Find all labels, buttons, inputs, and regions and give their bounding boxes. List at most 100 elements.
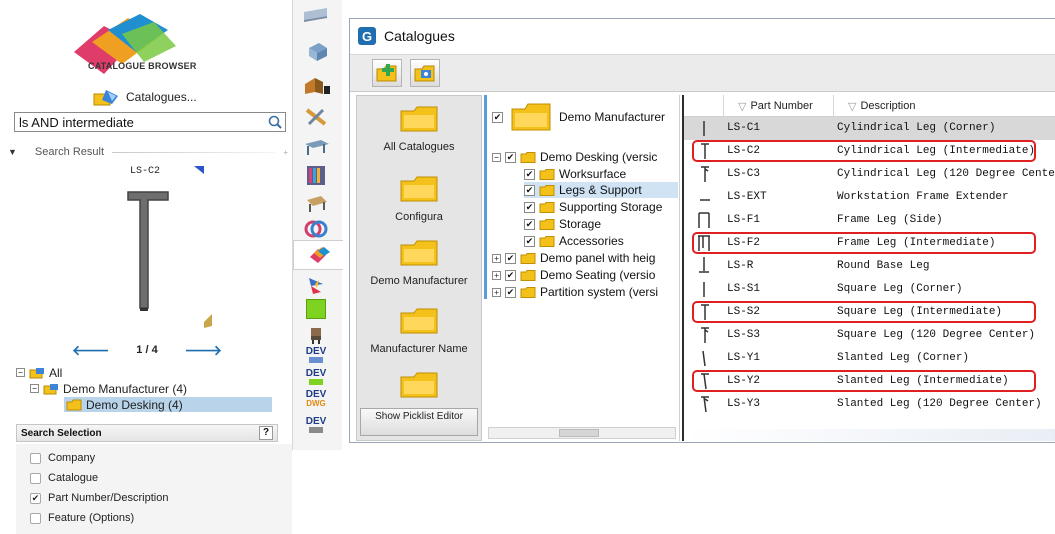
- option-part-number[interactable]: ✔ Part Number/Description: [30, 490, 168, 506]
- tree-item-demo-seating[interactable]: + ✔ Demo Seating (versio: [492, 267, 655, 283]
- table-row[interactable]: LS-S2 Square Leg (Intermediate): [684, 301, 1055, 324]
- dev-icon[interactable]: DEV: [298, 412, 334, 438]
- tree-label: Supporting Storage: [559, 200, 663, 214]
- worksurface-checkbox[interactable]: ✔: [524, 168, 535, 180]
- manage-catalogue-button[interactable]: [410, 59, 440, 87]
- tree-item-accessories[interactable]: ✔ Accessories: [524, 233, 624, 249]
- root-checkbox[interactable]: ✔: [492, 111, 503, 123]
- category-configura[interactable]: Configura: [357, 176, 481, 223]
- search-result-label: Search Result: [34, 146, 105, 158]
- table-row[interactable]: LS-C2 Cylindrical Leg (Intermediate): [684, 140, 1055, 163]
- part-thumbnail-icon: [698, 212, 710, 228]
- collapse-arrow-icon[interactable]: ▼: [8, 147, 17, 157]
- part-number-checkbox[interactable]: ✔: [30, 492, 41, 504]
- tree-item-desking[interactable]: Demo Desking (4): [64, 397, 272, 412]
- help-button[interactable]: ?: [259, 426, 273, 440]
- show-picklist-editor-button[interactable]: Show Picklist Editor: [360, 408, 478, 436]
- search-result-header[interactable]: ▼ Search Result +: [8, 144, 288, 160]
- category-folder[interactable]: [357, 372, 481, 407]
- table-row[interactable]: LS-S1 Square Leg (Corner): [684, 278, 1055, 301]
- option-catalogue[interactable]: Catalogue: [30, 470, 98, 486]
- green-square-icon[interactable]: [298, 296, 334, 322]
- tree-item-manufacturer[interactable]: − Demo Manufacturer (4): [30, 381, 187, 396]
- tree-item-legs-support[interactable]: ✔ Legs & Support: [524, 182, 678, 198]
- tools-icon[interactable]: [298, 104, 334, 130]
- option-feature[interactable]: Feature (Options): [30, 510, 134, 526]
- table-row[interactable]: LS-EXT Workstation Frame Extender: [684, 186, 1055, 209]
- category-manufacturer-name[interactable]: Manufacturer Name: [357, 308, 481, 355]
- category-all-catalogues[interactable]: All Catalogues: [357, 106, 481, 153]
- search-input[interactable]: [15, 113, 263, 131]
- filter-icon[interactable]: ▽: [848, 100, 856, 113]
- catalogues-window: G Catalogues All Catalogues Configura De…: [349, 18, 1055, 443]
- description-column-header[interactable]: ▽ Description: [834, 95, 1055, 117]
- tree-item-partition-system[interactable]: + ✔ Partition system (versi: [492, 284, 658, 300]
- table-row[interactable]: LS-R Round Base Leg: [684, 255, 1055, 278]
- tree-label: All: [49, 365, 63, 380]
- table-row[interactable]: LS-Y2 Slanted Leg (Intermediate): [684, 370, 1055, 393]
- tree-root-demo-manufacturer[interactable]: ✔ Demo Manufacturer: [492, 103, 665, 131]
- table-row[interactable]: LS-S3 Square Leg (120 Degree Center): [684, 324, 1055, 347]
- tree-item-demo-desking[interactable]: − ✔ Demo Desking (versic: [492, 149, 657, 165]
- option-label: Catalogue: [48, 472, 99, 484]
- pin-icon[interactable]: +: [283, 148, 288, 157]
- dev-dwg-icon[interactable]: DEV DWG: [298, 386, 334, 412]
- part-number-column-header[interactable]: ▽ Part Number: [724, 95, 834, 117]
- tree-horizontal-scrollbar[interactable]: [488, 427, 676, 439]
- figure-icon[interactable]: [298, 272, 334, 298]
- house-icon[interactable]: [298, 38, 334, 64]
- filter-icon[interactable]: ▽: [738, 100, 746, 113]
- tree-item-worksurface[interactable]: ✔ Worksurface: [524, 166, 626, 182]
- search-field[interactable]: [14, 112, 286, 132]
- option-company[interactable]: Company: [30, 450, 95, 466]
- tree-item-supporting-storage[interactable]: ✔ Supporting Storage: [524, 199, 662, 215]
- desk-icon[interactable]: [298, 190, 334, 216]
- collapse-icon[interactable]: −: [492, 152, 501, 162]
- scrollbar-thumb[interactable]: [559, 429, 599, 437]
- catalogue-tree: ✔ Demo Manufacturer − ✔ Demo Desking (ve…: [484, 95, 680, 441]
- tree-item-storage[interactable]: ✔ Storage: [524, 216, 601, 232]
- table-row[interactable]: LS-F1 Frame Leg (Side): [684, 209, 1055, 232]
- partition-checkbox[interactable]: ✔: [505, 286, 516, 298]
- table-row[interactable]: LS-C3 Cylindrical Leg (120 Degree Center): [684, 163, 1055, 186]
- table-row[interactable]: LS-C1 Cylindrical Leg (Corner): [684, 117, 1055, 140]
- expand-icon[interactable]: −: [30, 384, 39, 393]
- catalogue-browser-icon[interactable]: [293, 240, 343, 270]
- prev-arrow-icon[interactable]: 🡐: [72, 342, 110, 359]
- table-icon[interactable]: [298, 134, 334, 160]
- room-icon[interactable]: [298, 72, 334, 98]
- table-row[interactable]: LS-Y1 Slanted Leg (Corner): [684, 347, 1055, 370]
- desking-checkbox[interactable]: ✔: [505, 151, 516, 163]
- supporting-storage-checkbox[interactable]: ✔: [524, 201, 535, 213]
- catalogue-browser-logo: [74, 14, 176, 74]
- wall-icon[interactable]: [298, 4, 334, 30]
- legs-checkbox[interactable]: ✔: [524, 184, 535, 196]
- tree-item-demo-panel[interactable]: + ✔ Demo panel with heig: [492, 250, 655, 266]
- company-checkbox[interactable]: [30, 452, 41, 464]
- expand-icon[interactable]: +: [492, 253, 501, 263]
- storage-checkbox[interactable]: ✔: [524, 218, 535, 230]
- expand-icon[interactable]: −: [16, 368, 25, 377]
- rings-icon[interactable]: [298, 216, 334, 242]
- tree-item-all[interactable]: − All: [16, 365, 62, 380]
- tree-label: Worksurface: [559, 167, 627, 181]
- expand-icon[interactable]: +: [492, 270, 501, 280]
- feature-checkbox[interactable]: [30, 512, 41, 524]
- option-label: Company: [48, 452, 96, 464]
- folder-icon: [520, 151, 536, 163]
- panel-checkbox[interactable]: ✔: [505, 252, 516, 264]
- description-cell: Frame Leg (Side): [837, 214, 943, 226]
- accessories-checkbox[interactable]: ✔: [524, 235, 535, 247]
- next-arrow-icon[interactable]: 🡒: [184, 342, 222, 359]
- table-row[interactable]: LS-F2 Frame Leg (Intermediate): [684, 232, 1055, 255]
- category-demo-manufacturer[interactable]: Demo Manufacturer: [357, 240, 481, 287]
- expand-icon[interactable]: +: [492, 287, 501, 297]
- search-icon[interactable]: [267, 114, 283, 130]
- table-row[interactable]: LS-Y3 Slanted Leg (120 Degree Center): [684, 393, 1055, 416]
- catalogue-checkbox[interactable]: [30, 472, 41, 484]
- seating-checkbox[interactable]: ✔: [505, 269, 516, 281]
- add-catalogue-button[interactable]: [372, 59, 402, 87]
- folder-icon: [511, 103, 551, 131]
- catalogues-link[interactable]: Catalogues...: [92, 86, 197, 108]
- shelves-icon[interactable]: [298, 162, 334, 188]
